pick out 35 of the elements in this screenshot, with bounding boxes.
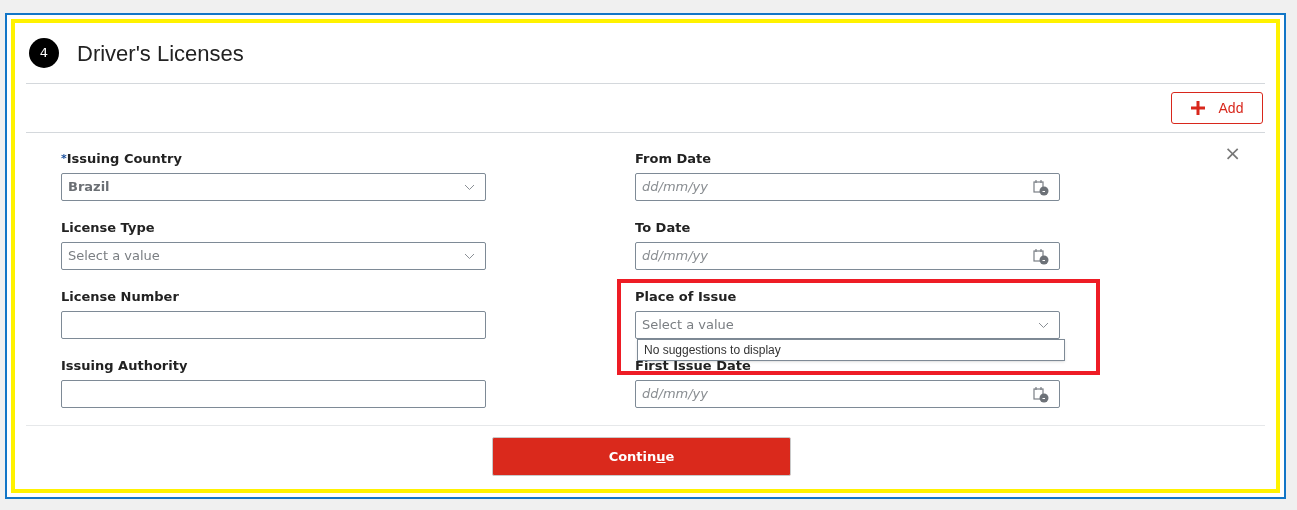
calendar-clock-icon[interactable] <box>1033 178 1049 196</box>
select-field[interactable]: Select a value <box>61 242 486 270</box>
suggestions-popup: No suggestions to display <box>637 339 1065 361</box>
chevron-down-icon <box>464 252 475 260</box>
select-placeholder: Select a value <box>68 247 160 266</box>
add-button[interactable]: Add <box>1171 92 1263 124</box>
field-label: To Date <box>635 219 692 236</box>
calendar-clock-icon[interactable] <box>1033 247 1049 265</box>
date-placeholder: dd/mm/yy <box>642 247 708 266</box>
close-button[interactable]: × <box>1224 143 1241 163</box>
field-label: Place of Issue <box>635 288 738 305</box>
step-badge: 4 <box>29 38 59 68</box>
section-title: Driver's Licenses <box>77 39 244 68</box>
text-field[interactable] <box>61 311 486 339</box>
continue-button[interactable]: Continue <box>492 437 791 476</box>
chevron-down-icon <box>1038 321 1049 329</box>
text-field[interactable] <box>61 380 486 408</box>
field-label: *Issuing Country <box>61 150 183 167</box>
plus-icon <box>1190 101 1205 115</box>
select-value: Brazil <box>68 178 110 197</box>
field-label: License Type <box>61 219 156 236</box>
calendar-clock-icon[interactable] <box>1033 385 1049 403</box>
date-placeholder: dd/mm/yy <box>642 385 708 404</box>
select-field[interactable]: Select a value <box>635 311 1060 339</box>
select-placeholder: Select a value <box>642 316 734 335</box>
required-mark: * <box>61 152 67 165</box>
field-label: From Date <box>635 150 713 167</box>
field-label: License Number <box>61 288 180 305</box>
field-label: Issuing Authority <box>61 357 189 374</box>
date-field[interactable]: dd/mm/yy <box>635 173 1060 201</box>
date-field[interactable]: dd/mm/yy <box>635 242 1060 270</box>
date-field[interactable]: dd/mm/yy <box>635 380 1060 408</box>
chevron-down-icon <box>464 183 475 191</box>
select-field[interactable]: Brazil <box>61 173 486 201</box>
date-placeholder: dd/mm/yy <box>642 178 708 197</box>
